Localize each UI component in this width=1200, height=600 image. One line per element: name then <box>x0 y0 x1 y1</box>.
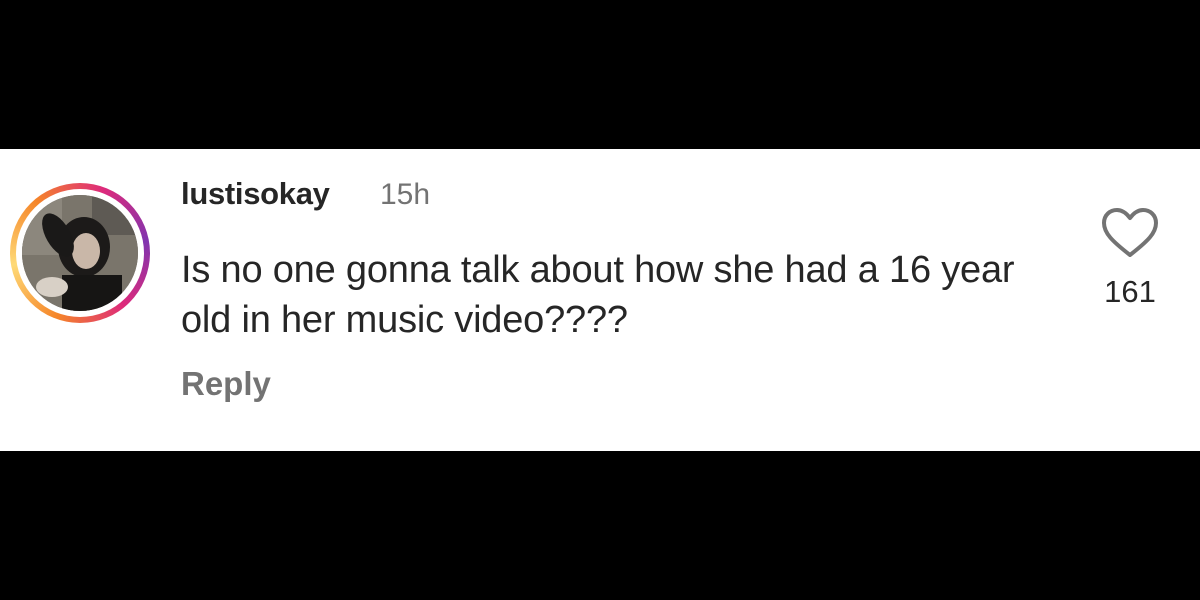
avatar[interactable] <box>22 195 138 311</box>
comment-timestamp: 15h <box>380 178 431 211</box>
avatar-photo-icon <box>22 195 138 311</box>
reply-button[interactable]: Reply <box>181 365 271 403</box>
letterbox-bottom-bar <box>0 451 1200 600</box>
letterbox-top-bar <box>0 0 1200 149</box>
comment-body: Is no one gonna talk about how she had a… <box>181 249 1015 341</box>
heart-outline-icon <box>1102 208 1158 257</box>
avatar-ring-gap <box>16 189 144 317</box>
comment-username[interactable]: lustisokay <box>181 176 330 212</box>
like-button[interactable] <box>1100 207 1160 259</box>
avatar-story-ring[interactable] <box>10 183 150 323</box>
like-count: 161 <box>1104 274 1156 309</box>
